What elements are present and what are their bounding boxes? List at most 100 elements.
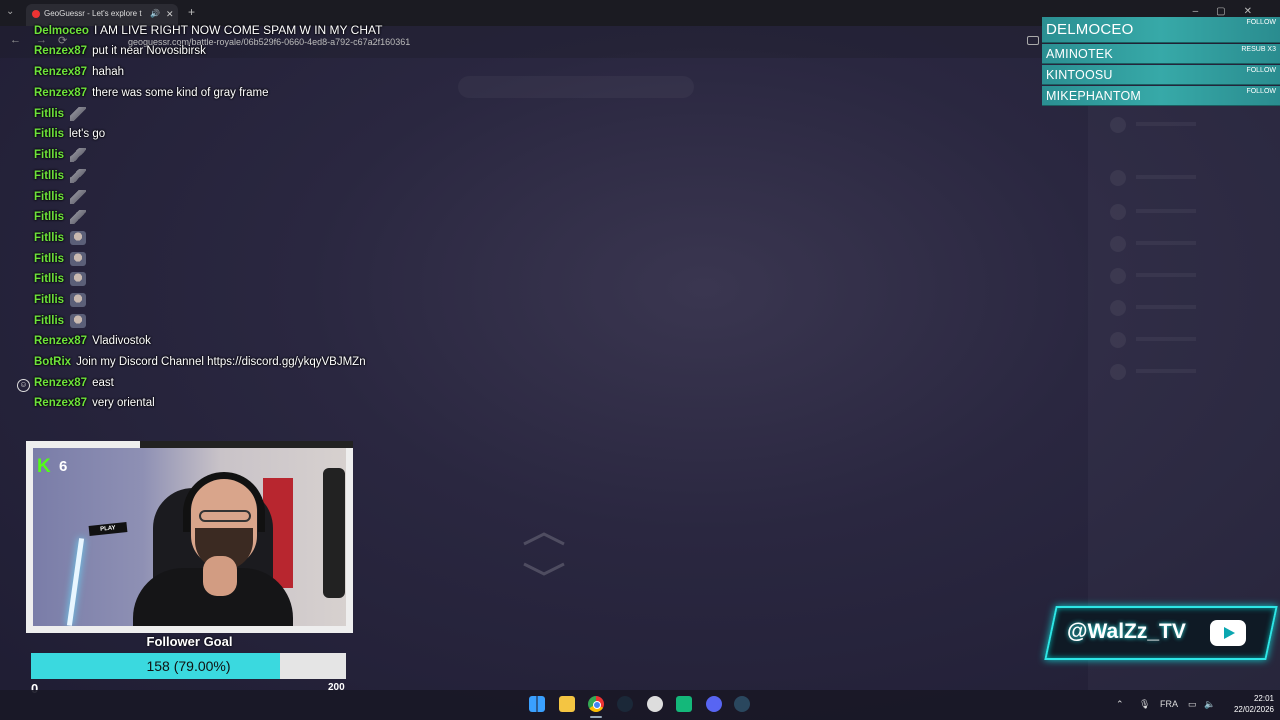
chat-username[interactable]: Renzex87 xyxy=(34,335,87,347)
chat-text: hahah xyxy=(92,66,125,78)
back-button[interactable]: ← xyxy=(10,34,21,46)
volume-icon[interactable]: 🔈 xyxy=(1204,699,1215,710)
chat-message: BotRix Join my Discord Channel https://di… xyxy=(34,352,366,372)
alert-item: MIKEPHANTOM FOLLOW xyxy=(1042,86,1280,106)
chat-message: Fitllis xyxy=(34,290,87,310)
chat-username[interactable]: Renzex87 xyxy=(34,377,87,389)
streamer-hand xyxy=(203,556,237,596)
steam-icon[interactable] xyxy=(617,696,633,712)
chat-username[interactable]: Fitllis xyxy=(34,128,64,140)
chat-message: Renzex87 there was some kind of gray fram… xyxy=(34,83,268,103)
player-row xyxy=(1110,202,1260,220)
chat-username[interactable]: Fitllis xyxy=(34,149,64,161)
chat-message: Fitllis let's go xyxy=(34,124,105,144)
player-row xyxy=(1110,234,1260,252)
steam-icon[interactable] xyxy=(734,696,750,712)
player-row xyxy=(1110,298,1260,316)
face-emote-icon xyxy=(70,251,87,266)
discord-icon[interactable] xyxy=(706,696,722,712)
face-emote-icon xyxy=(70,313,87,328)
chat-text: there was some kind of gray frame xyxy=(92,87,269,99)
players-panel xyxy=(1088,100,1280,690)
microphone-icon[interactable]: 🎙 xyxy=(1139,699,1150,710)
chat-message: Fitllis xyxy=(34,311,87,331)
chat-username[interactable]: Renzex87 xyxy=(34,66,87,78)
chat-text: I AM LIVE RIGHT NOW COME SPAM W IN MY CH… xyxy=(93,23,383,37)
chat-message: Fitllis xyxy=(34,207,87,227)
chat-username[interactable]: Delmoceo xyxy=(34,25,89,37)
chat-username[interactable]: Fitllis xyxy=(34,232,64,244)
chevron-up-icon[interactable]: ⌃ xyxy=(1116,699,1124,710)
youtube-icon xyxy=(1210,620,1246,646)
chat-username[interactable]: Renzex87 xyxy=(34,87,87,99)
glasses-icon xyxy=(199,510,251,522)
chat-username[interactable]: Fitllis xyxy=(34,273,64,285)
new-tab-button[interactable]: + xyxy=(188,5,195,19)
microphone-icon xyxy=(323,468,345,598)
alert-type: FOLLOW xyxy=(1246,19,1276,26)
alert-username: DELMOCEO xyxy=(1046,21,1134,38)
file-explorer-icon[interactable] xyxy=(559,696,575,712)
play-sign: PLAY xyxy=(88,522,128,536)
chat-message: Fitllis xyxy=(34,269,87,289)
chat-message: Fitllis xyxy=(34,249,87,269)
face-emote-icon xyxy=(70,230,87,245)
bird-emote-icon xyxy=(70,209,87,224)
system-clock[interactable]: 22:01 22/02/2026 xyxy=(1222,693,1274,715)
chat-username[interactable]: Fitllis xyxy=(34,170,64,182)
chat-username[interactable]: BotRix xyxy=(34,356,71,368)
chat-username[interactable]: Fitllis xyxy=(34,315,64,327)
chrome-icon[interactable] xyxy=(588,696,604,712)
alert-item: AMINOTEK RESUB X3 xyxy=(1042,44,1280,64)
chat-message: Fitllis xyxy=(34,104,87,124)
chat-username[interactable]: Fitllis xyxy=(34,211,64,223)
chat-username[interactable]: Fitllis xyxy=(34,108,64,120)
game-status-bar xyxy=(458,76,694,98)
cast-icon[interactable] xyxy=(1027,36,1039,45)
chat-message: Fitllis xyxy=(34,228,87,248)
chat-username[interactable]: Fitllis xyxy=(34,294,64,306)
face-emote-icon xyxy=(70,271,87,286)
alert-username: KINTOOSU xyxy=(1046,68,1113,82)
clock-time: 22:01 xyxy=(1253,694,1274,703)
emoji-icon[interactable]: ☺ xyxy=(17,379,30,392)
viewer-count: 6 xyxy=(59,458,68,475)
alert-item: KINTOOSU FOLLOW xyxy=(1042,65,1280,85)
chat-message: Fitllis xyxy=(34,145,87,165)
bird-emote-icon xyxy=(70,189,87,204)
tab-title: GeoGuessr - Let's explore t xyxy=(44,9,142,18)
window-controls[interactable]: –▢✕ xyxy=(1193,6,1270,17)
clock-date: 22/02/2026 xyxy=(1233,705,1274,714)
neon-lamp xyxy=(66,538,85,626)
alert-type: FOLLOW xyxy=(1246,88,1276,95)
taskbar xyxy=(0,690,1280,720)
network-icon[interactable]: ▭ xyxy=(1188,699,1197,710)
chat-message: Fitllis xyxy=(34,187,87,207)
player-row xyxy=(1110,362,1260,380)
headset-icon xyxy=(183,472,265,532)
obs-icon[interactable] xyxy=(647,696,663,712)
chat-username[interactable]: Renzex87 xyxy=(34,397,87,409)
language-indicator[interactable]: FRA xyxy=(1160,699,1178,709)
bird-emote-icon xyxy=(70,168,87,183)
windows-icon[interactable] xyxy=(529,696,545,712)
kick-icon[interactable] xyxy=(676,696,692,712)
move-forward-arrow-icon[interactable] xyxy=(520,530,568,578)
chat-username[interactable]: Renzex87 xyxy=(34,45,87,57)
chat-text: east xyxy=(92,377,114,389)
active-app-indicator xyxy=(590,716,602,718)
chat-message: Renzex87 hahah xyxy=(34,62,124,82)
follower-goal-bar: 158 (79.00%) xyxy=(31,653,346,679)
chat-text: put it near Novosibirsk xyxy=(92,45,206,57)
channel-handle: @WalZz_TV xyxy=(1067,620,1186,643)
player-row xyxy=(1110,168,1260,186)
tab-menu-icon[interactable]: ⌄ xyxy=(6,6,20,20)
geoguessr-favicon-icon xyxy=(32,10,40,18)
alert-type: RESUB X3 xyxy=(1241,46,1276,53)
chat-username[interactable]: Fitllis xyxy=(34,253,64,265)
player-row xyxy=(1110,115,1260,133)
alert-item: DELMOCEO FOLLOW xyxy=(1042,17,1280,43)
chat-username[interactable]: Fitllis xyxy=(34,191,64,203)
alert-username: AMINOTEK xyxy=(1046,47,1113,61)
alert-username: MIKEPHANTOM xyxy=(1046,89,1142,103)
